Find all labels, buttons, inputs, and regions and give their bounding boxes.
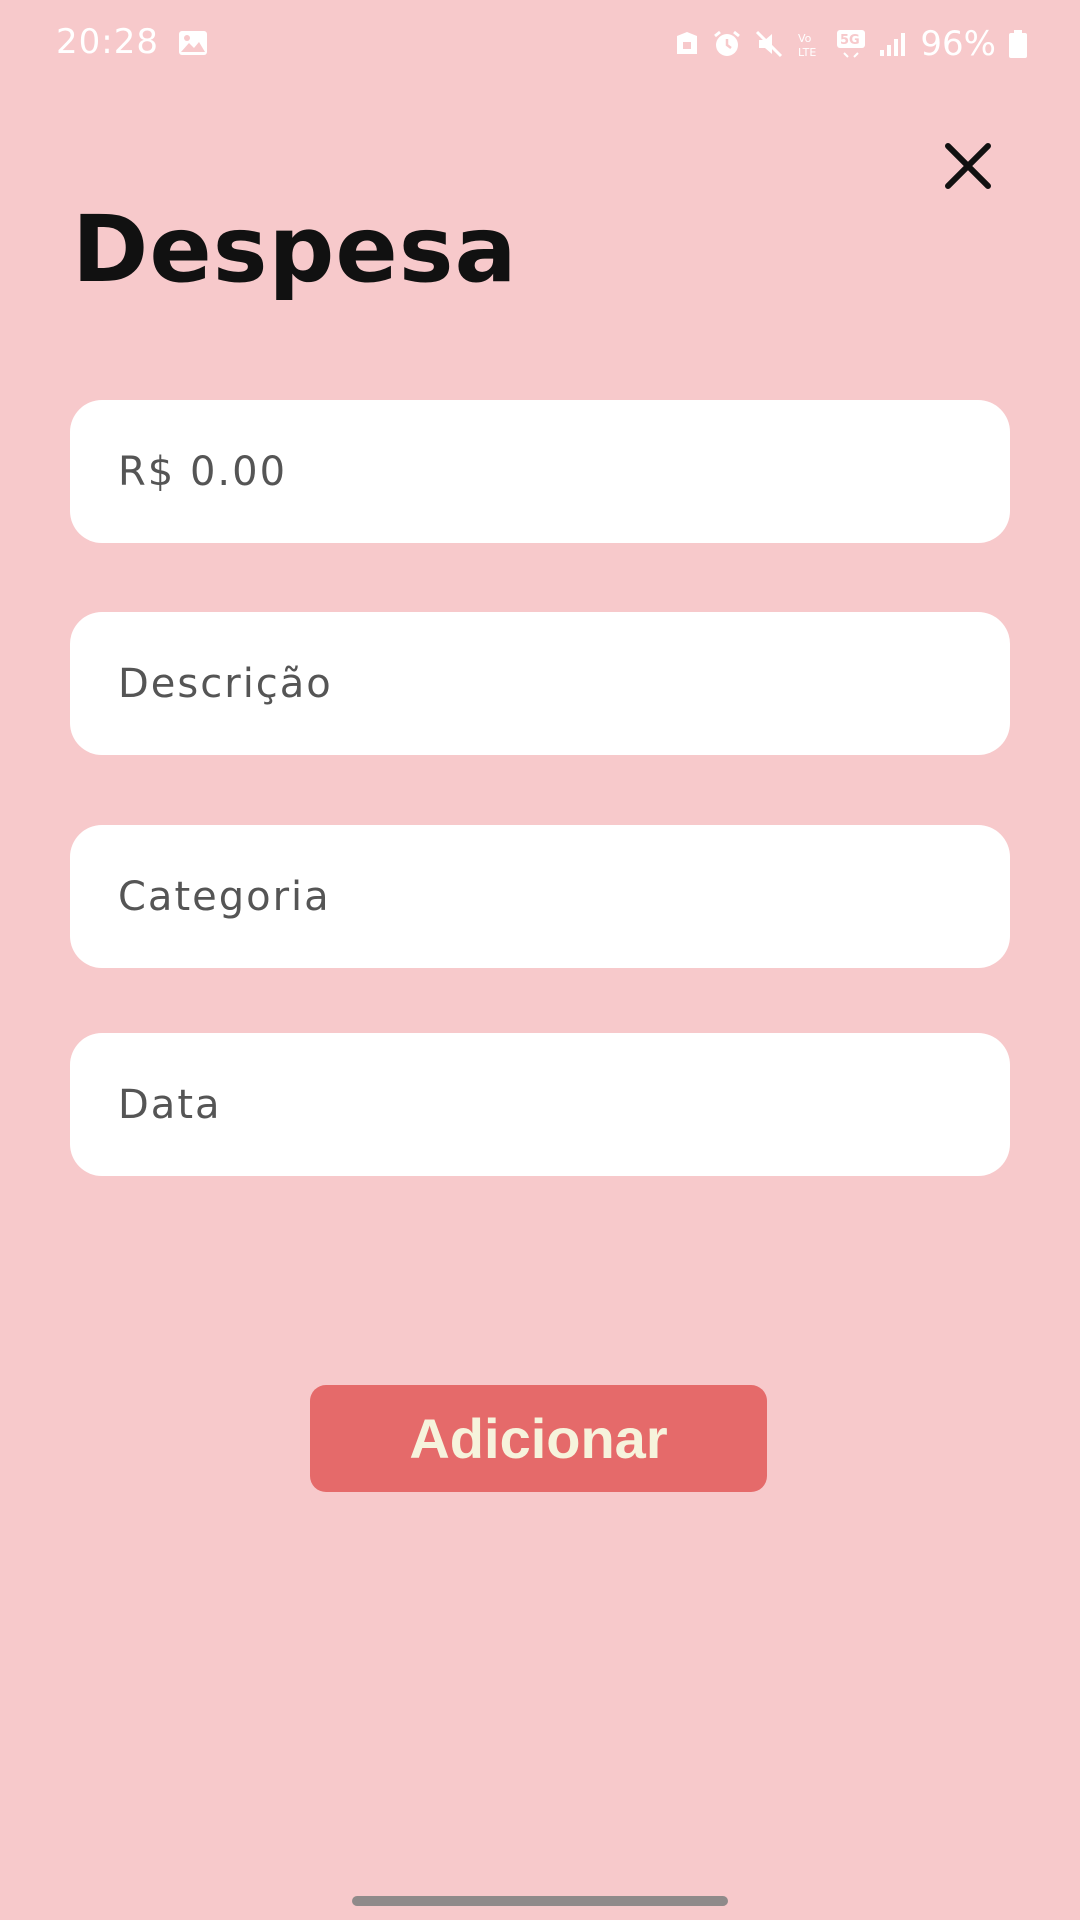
battery-icon bbox=[1009, 30, 1027, 58]
status-bar: 20:28 Vo LTE 5G 96% bbox=[0, 0, 1080, 90]
battery-level: 96% bbox=[920, 24, 996, 64]
close-icon bbox=[945, 143, 991, 189]
signal-icon bbox=[880, 33, 906, 56]
secure-folder-icon bbox=[677, 32, 698, 54]
status-icons: Vo LTE 5G 96% bbox=[674, 22, 1028, 66]
description-input[interactable]: Descrição bbox=[70, 612, 1010, 755]
date-input[interactable]: Data bbox=[70, 1033, 1010, 1176]
close-button[interactable] bbox=[936, 134, 1000, 198]
home-indicator[interactable] bbox=[352, 1896, 728, 1906]
amount-input[interactable]: R$ 0.00 bbox=[70, 400, 1010, 543]
svg-text:Vo: Vo bbox=[798, 32, 812, 45]
category-input[interactable]: Categoria bbox=[70, 825, 1010, 968]
alarm-icon bbox=[714, 30, 741, 56]
page-title: Despesa bbox=[72, 196, 518, 303]
mute-icon bbox=[756, 30, 783, 58]
status-time: 20:28 bbox=[56, 22, 159, 62]
gallery-icon bbox=[179, 31, 207, 55]
svg-text:LTE: LTE bbox=[798, 46, 816, 59]
add-button[interactable]: Adicionar bbox=[310, 1385, 767, 1492]
volte-icon: Vo LTE bbox=[798, 32, 816, 59]
5g-icon: 5G bbox=[837, 30, 866, 58]
svg-text:5G: 5G bbox=[840, 33, 860, 48]
